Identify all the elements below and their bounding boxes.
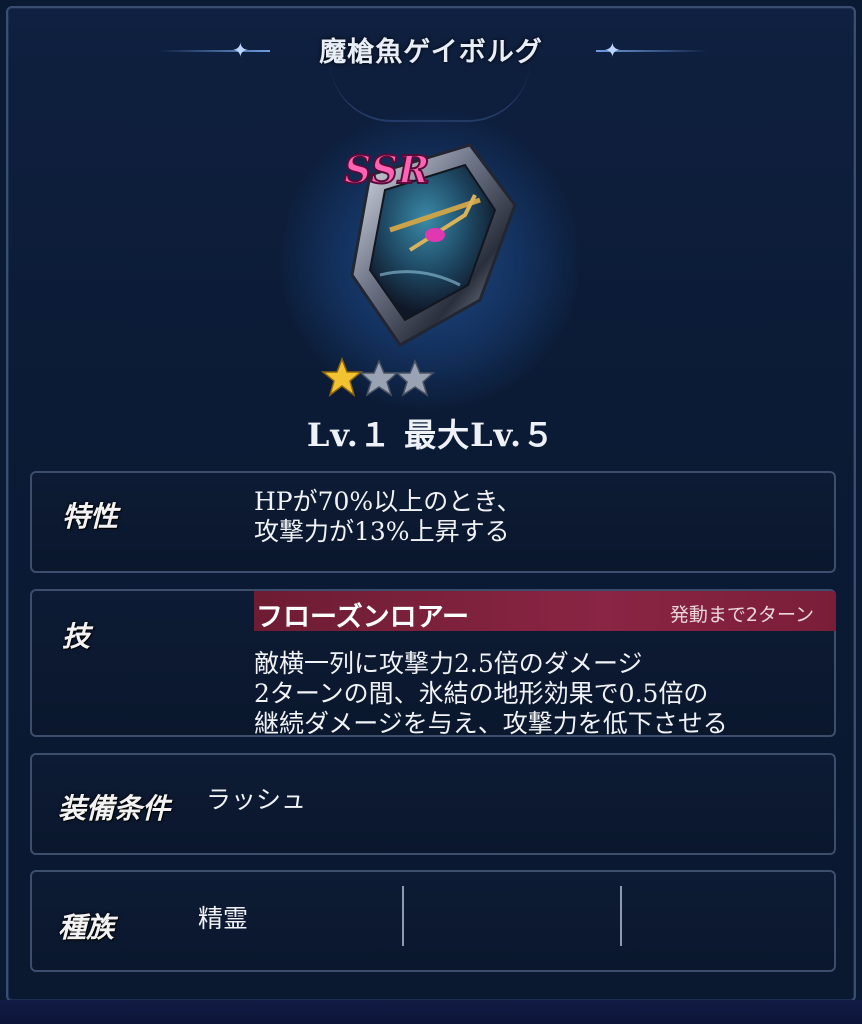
shield-spear-fish-art: SSR bbox=[343, 143, 517, 347]
trait-line-1: HPが70%以上のとき、 bbox=[254, 487, 522, 516]
skill-header-bar: フローズンロアー 発動まで2ターン bbox=[254, 591, 836, 633]
skill-cooldown: 発動まで2ターン bbox=[669, 604, 814, 626]
race-divider bbox=[402, 886, 404, 946]
skill-line-3: 継続ダメージを与え、攻撃力を低下させる bbox=[254, 709, 728, 737]
level-text: Lv.１ 最大Lv.５ bbox=[306, 416, 556, 454]
skill-line-1: 敵横一列に攻撃力2.5倍のダメージ bbox=[254, 649, 643, 678]
equip-label: 装備条件 bbox=[58, 792, 171, 825]
star-rating bbox=[320, 356, 435, 397]
skill-label: 技 bbox=[62, 620, 91, 653]
skill-panel: 技 フローズンロアー 発動まで2ターン 敵横一列に攻撃力2.5倍のダメージ 2タ… bbox=[30, 589, 836, 737]
race-divider bbox=[620, 886, 622, 946]
rarity-badge: SSR bbox=[344, 147, 430, 192]
race-panel: 種族 精霊 bbox=[30, 870, 836, 972]
trait-panel: 特性 HPが70%以上のとき、 攻撃力が13%上昇する bbox=[30, 471, 836, 573]
skill-line-2: 2ターンの間、氷結の地形効果で0.5倍の bbox=[254, 679, 709, 708]
bottom-bar bbox=[0, 1000, 862, 1024]
trait-label: 特性 bbox=[62, 500, 119, 533]
star-filled-icon bbox=[320, 356, 364, 397]
item-title: 魔槍魚ゲイボルグ bbox=[319, 37, 543, 68]
star-empty-icon bbox=[359, 359, 399, 397]
race-value: 精霊 bbox=[198, 904, 249, 933]
equip-value: ラッシュ bbox=[206, 785, 307, 814]
star-empty-icon bbox=[395, 359, 435, 397]
race-label: 種族 bbox=[58, 911, 115, 944]
equip-panel: 装備条件 ラッシュ bbox=[30, 753, 836, 855]
skill-name: フローズンロアー bbox=[256, 602, 470, 633]
trait-line-2: 攻撃力が13%上昇する bbox=[254, 517, 510, 546]
